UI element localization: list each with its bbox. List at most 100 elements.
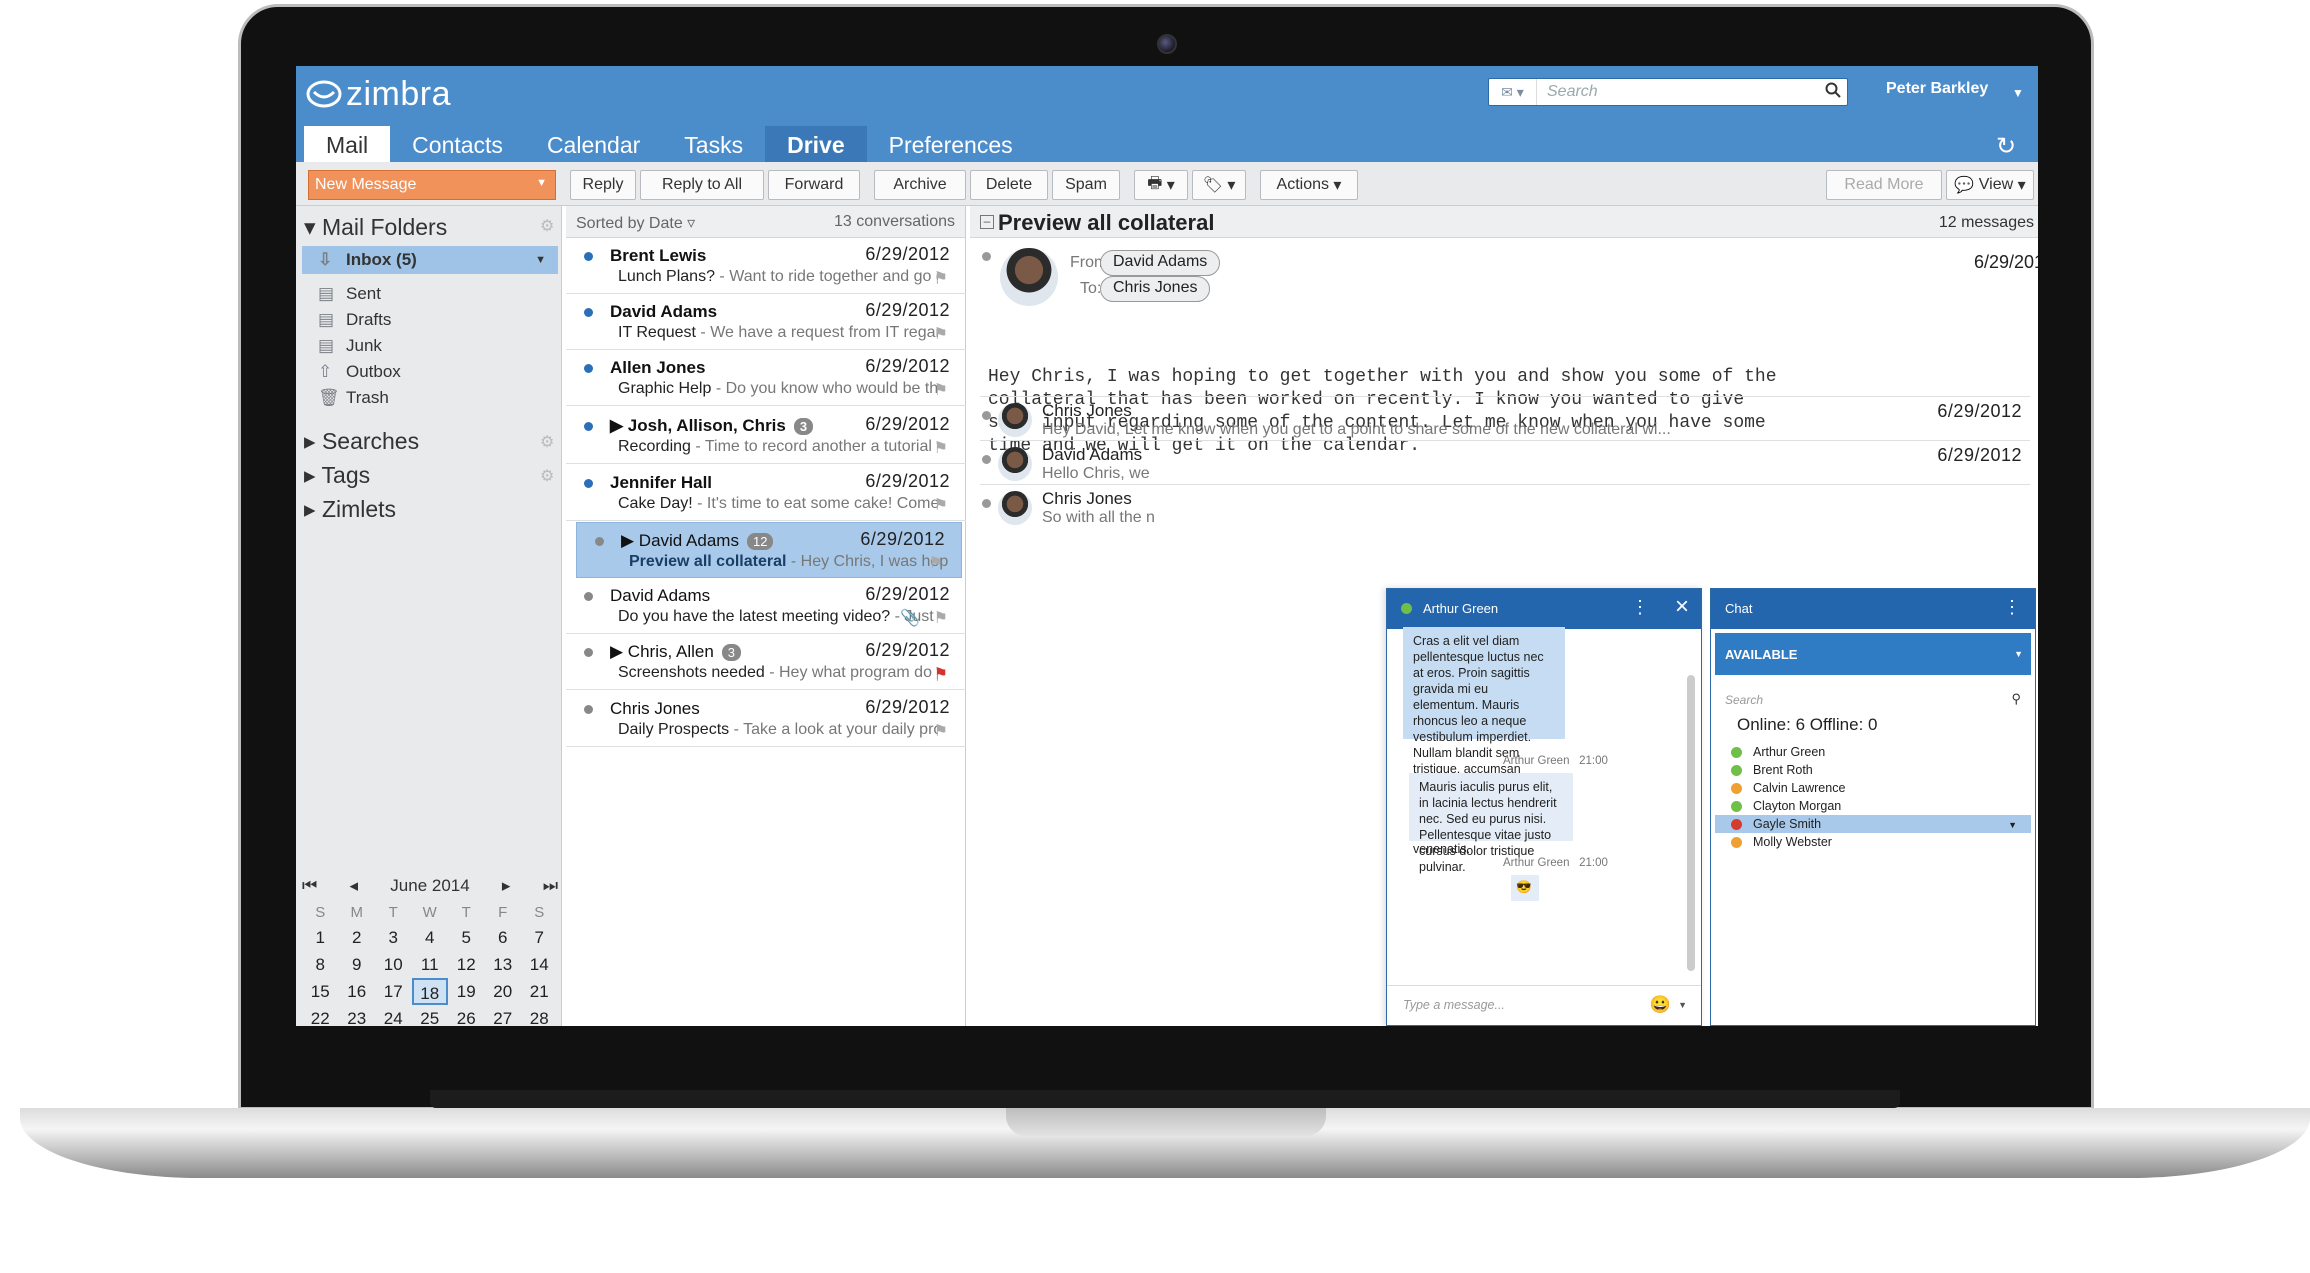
buddy-item[interactable]: Arthur Green	[1715, 743, 2031, 761]
actions-button[interactable]: Actions ▾	[1260, 170, 1358, 200]
calendar-day[interactable]: 5	[448, 924, 485, 951]
tags-header[interactable]: ▸ Tags	[304, 462, 370, 489]
message-row[interactable]: David Adams 6/29/2012 IT Request - We have…	[566, 294, 966, 350]
from-pill[interactable]: David Adams	[1100, 250, 1221, 276]
calendar-day[interactable]: 17	[375, 978, 412, 1005]
new-message-caret-icon[interactable]: ▼	[536, 177, 547, 189]
reply-all-button[interactable]: Reply to All	[640, 170, 764, 200]
collapse-icon[interactable]: –	[980, 215, 994, 229]
zimbra-logo[interactable]: zimbra	[306, 74, 451, 114]
message-row[interactable]: ▶ David Adams 12 6/29/2012 Preview all coll…	[576, 522, 962, 578]
calendar-day[interactable]: 4	[412, 924, 449, 951]
next-month-icon[interactable]: ▸	[502, 876, 511, 896]
flag-icon[interactable]: ⚑	[934, 268, 948, 288]
calendar-day[interactable]: 19	[448, 978, 485, 1005]
calendar-day[interactable]: 23	[339, 1005, 376, 1026]
more-options-icon[interactable]: ⋮	[1631, 597, 1649, 618]
search-box[interactable]: ✉ ▾ Search	[1488, 78, 1848, 106]
calendar-day[interactable]: 20	[485, 978, 522, 1005]
gear-icon[interactable]: ⚙	[540, 216, 554, 236]
chat-scrollbar[interactable]	[1687, 675, 1695, 971]
tag-menu-button[interactable]: 🏷 ▾	[1192, 170, 1246, 200]
forward-button[interactable]: Forward	[768, 170, 860, 200]
message-row[interactable]: Jennifer Hall 6/29/2012 Cake Day! - It's t…	[566, 465, 966, 521]
search-icon[interactable]: ⚲	[2011, 691, 2021, 707]
folder-drafts[interactable]: ▤ Drafts	[318, 306, 558, 334]
next-year-icon[interactable]: ⏭	[543, 876, 558, 896]
reply-button[interactable]: Reply	[570, 170, 636, 200]
tab-tasks[interactable]: Tasks	[662, 126, 765, 162]
folder-inbox[interactable]: ⇩ Inbox (5) ▼	[302, 246, 558, 274]
calendar-day[interactable]: 26	[448, 1005, 485, 1026]
gear-icon[interactable]: ⚙	[540, 432, 554, 452]
more-options-icon[interactable]: ⋮	[2003, 597, 2021, 618]
message-row[interactable]: Chris Jones 6/29/2012 Daily Prospects - Ta…	[566, 691, 966, 747]
buddy-item[interactable]: Molly Webster	[1715, 833, 2031, 851]
status-caret-icon[interactable]: ▼	[2014, 649, 2023, 659]
inbox-caret-icon[interactable]: ▼	[535, 254, 546, 266]
calendar-day[interactable]: 10	[375, 951, 412, 978]
calendar-day[interactable]: 28	[521, 1005, 558, 1026]
calendar-day[interactable]: 3	[375, 924, 412, 951]
search-icon[interactable]	[1819, 82, 1847, 103]
refresh-icon[interactable]: ↻	[1996, 132, 2016, 161]
emoji-icon[interactable]: 😀	[1650, 995, 1671, 1015]
calendar-day[interactable]: 22	[302, 1005, 339, 1026]
searches-header[interactable]: ▸ Searches	[304, 428, 419, 455]
flag-icon[interactable]: ⚑	[934, 438, 948, 458]
calendar-day[interactable]: 14	[521, 951, 558, 978]
tab-drive[interactable]: Drive	[765, 126, 867, 162]
buddy-item[interactable]: Brent Roth	[1715, 761, 2031, 779]
tab-calendar[interactable]: Calendar	[525, 126, 662, 162]
calendar-day[interactable]: 7	[521, 924, 558, 951]
new-message-button[interactable]: New Message ▼	[308, 170, 556, 200]
tab-preferences[interactable]: Preferences	[867, 126, 1035, 162]
spam-button[interactable]: Spam	[1052, 170, 1120, 200]
folder-outbox[interactable]: ⇧ Outbox	[318, 358, 558, 386]
calendar-day[interactable]: 9	[339, 951, 376, 978]
calendar-day[interactable]: 6	[485, 924, 522, 951]
buddy-item[interactable]: Calvin Lawrence	[1715, 779, 2031, 797]
user-menu-caret-icon[interactable]: ▼	[2012, 86, 2024, 100]
delete-button[interactable]: Delete	[970, 170, 1048, 200]
calendar-day[interactable]: 24	[375, 1005, 412, 1026]
calendar-day[interactable]: 15	[302, 978, 339, 1005]
gear-icon[interactable]: ⚙	[540, 466, 554, 486]
thread-message[interactable]: Chris Jones Hey David, Let me know when y…	[980, 396, 2030, 440]
calendar-day[interactable]: 2	[339, 924, 376, 951]
flag-icon[interactable]: ⚑	[934, 664, 948, 684]
archive-button[interactable]: Archive	[874, 170, 966, 200]
tab-mail[interactable]: Mail	[304, 126, 391, 162]
status-select[interactable]: AVAILABLE ▼	[1715, 633, 2031, 675]
thread-message[interactable]: Chris Jones So with all the n	[980, 484, 2030, 528]
calendar-day[interactable]: 21	[521, 978, 558, 1005]
folder-trash[interactable]: 🗑 Trash	[318, 384, 558, 412]
chat-input[interactable]: Type a message... 😀 ▼	[1387, 985, 1701, 1025]
read-more-button[interactable]: Read More	[1826, 170, 1942, 200]
flag-icon[interactable]: ⚑	[934, 721, 948, 741]
message-row[interactable]: ▶ Chris, Allen 3 6/29/2012 Screenshots need…	[566, 634, 966, 690]
flag-icon[interactable]: ⚑	[934, 324, 948, 344]
search-input[interactable]: Search	[1537, 83, 1819, 101]
view-menu-button[interactable]: 💬 View ▾	[1946, 170, 2034, 200]
to-pill[interactable]: Chris Jones	[1100, 276, 1211, 302]
prev-month-icon[interactable]: ◂	[350, 876, 359, 896]
flag-icon[interactable]: ⚑	[934, 608, 948, 628]
calendar-day[interactable]: 27	[485, 1005, 522, 1026]
print-menu-button[interactable]: 🖶 ▾	[1134, 170, 1188, 200]
flag-icon[interactable]: ⚑	[929, 553, 943, 573]
buddy-item[interactable]: Gayle Smith ▼	[1715, 815, 2031, 833]
mail-folders-header[interactable]: ▾ Mail Folders	[304, 214, 447, 241]
flag-icon[interactable]: ⚑	[934, 380, 948, 400]
thread-message[interactable]: David Adams Hello Chris, we 6/29/2012	[980, 440, 2030, 484]
folder-junk[interactable]: ▤ Junk	[318, 332, 558, 360]
calendar-day[interactable]: 13	[485, 951, 522, 978]
zimlets-header[interactable]: ▸ Zimlets	[304, 496, 396, 523]
message-row[interactable]: Brent Lewis 6/29/2012 Lunch Plans? - Want …	[566, 238, 966, 294]
calendar-day[interactable]: 25	[412, 1005, 449, 1026]
chat-window-header[interactable]: Arthur Green ⋮ ×	[1387, 589, 1701, 629]
sort-by-date[interactable]: Sorted by Date ▿	[576, 213, 695, 233]
message-row[interactable]: David Adams 6/29/2012 Do you have the late…	[566, 578, 966, 634]
calendar-day[interactable]: 18	[411, 978, 448, 1005]
emoji-caret-icon[interactable]: ▼	[1678, 1000, 1687, 1010]
